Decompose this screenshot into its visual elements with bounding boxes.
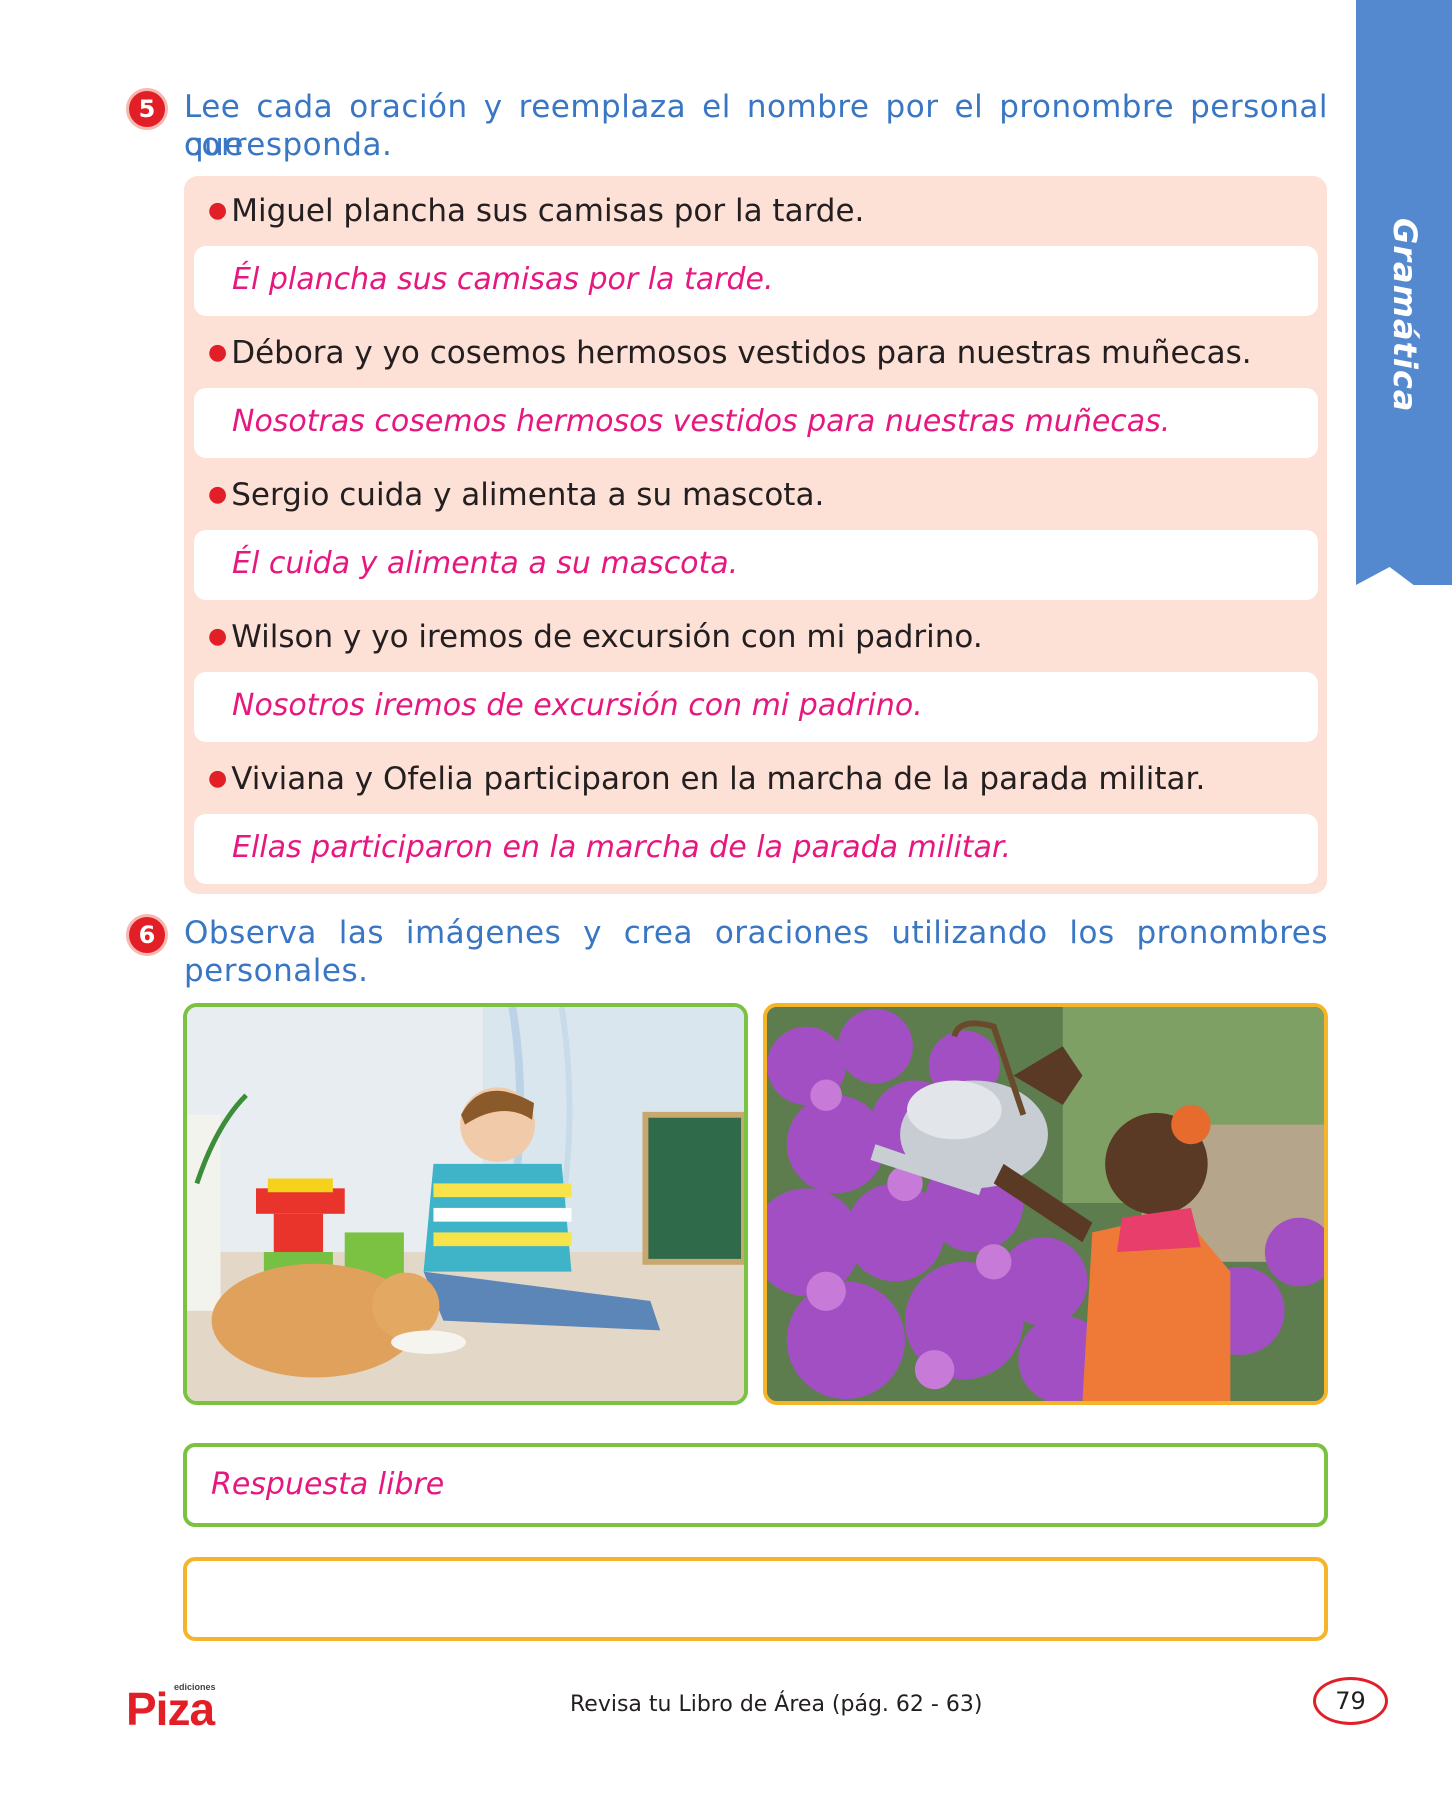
activity-6-instruction-line2: personales.	[184, 953, 369, 989]
answer-text: Nosotros iremos de excursión con mi padr…	[232, 688, 923, 723]
response-line-2[interactable]	[183, 1557, 1328, 1641]
activity-6-instruction-line1: Observa las imágenes y crea oraciones ut…	[184, 915, 1328, 951]
activity-5-number: 5	[126, 88, 168, 130]
response-line-1[interactable]: Respuesta libre	[183, 1443, 1328, 1527]
activity-5-instruction-line2: corresponda.	[184, 127, 393, 163]
answer-text: Él cuida y alimenta a su mascota.	[232, 546, 739, 581]
bullet-icon: ●	[208, 198, 228, 223]
bullet-icon: ●	[208, 482, 228, 507]
activity-6-number: 6	[126, 914, 168, 956]
answer-field[interactable]: Él cuida y alimenta a su mascota.	[194, 530, 1318, 600]
girl-watering-flowers-photo	[763, 1003, 1328, 1405]
answer-text: Ellas participaron en la marcha de la pa…	[232, 830, 1012, 865]
exercise-prompt: ● Viviana y Ofelia participaron en la mar…	[208, 761, 1206, 797]
exercise-prompt: ● Débora y yo cosemos hermosos vestidos p…	[208, 335, 1252, 371]
answer-field[interactable]: Él plancha sus camisas por la tarde.	[194, 246, 1318, 316]
section-tab-label: Gramática	[1386, 218, 1424, 413]
boy-petting-cat-photo	[183, 1003, 748, 1405]
answer-field[interactable]: Ellas participaron en la marcha de la pa…	[194, 814, 1318, 884]
publisher-logo: ediciones Piza	[126, 1682, 216, 1735]
exercise-prompt: ● Miguel plancha sus camisas por la tarde…	[208, 193, 865, 229]
exercise-panel: ● Miguel plancha sus camisas por la tarde…	[184, 176, 1327, 894]
bullet-icon: ●	[208, 766, 228, 791]
exercise-prompt: ● Wilson y yo iremos de excursión con mi …	[208, 619, 983, 655]
page-number: 79	[1313, 1677, 1388, 1725]
answer-field[interactable]: Nosotras cosemos hermosos vestidos para …	[194, 388, 1318, 458]
bullet-icon: ●	[208, 624, 228, 649]
answer-text: Nosotras cosemos hermosos vestidos para …	[232, 404, 1171, 439]
exercise-prompt: ● Sergio cuida y alimenta a su mascota.	[208, 477, 825, 513]
response-text: Respuesta libre	[211, 1467, 445, 1502]
textbook-reference: Revisa tu Libro de Área (pág. 62 - 63)	[570, 1692, 983, 1717]
bullet-icon: ●	[208, 340, 228, 365]
answer-field[interactable]: Nosotros iremos de excursión con mi padr…	[194, 672, 1318, 742]
answer-text: Él plancha sus camisas por la tarde.	[232, 262, 774, 297]
